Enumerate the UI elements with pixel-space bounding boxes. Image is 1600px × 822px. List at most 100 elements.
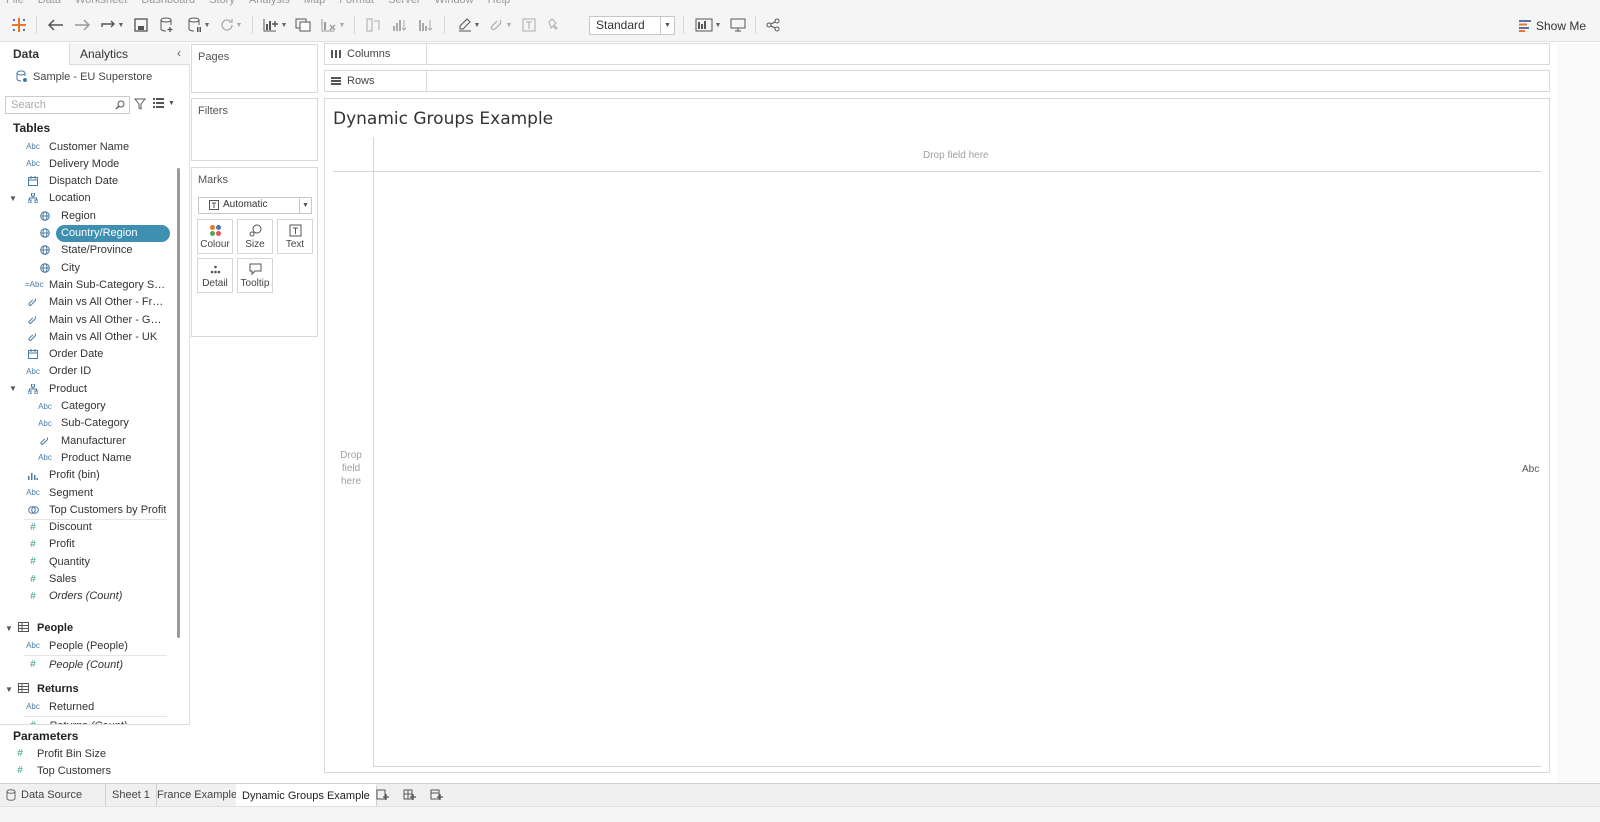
menu-item[interactable]: Dashboard	[141, 0, 195, 6]
table-group-header[interactable]: ▼ People	[0, 620, 175, 637]
text-button[interactable]: Text	[277, 219, 313, 254]
search-input[interactable]: Search	[5, 96, 130, 114]
sort-ascending-icon[interactable]	[390, 15, 408, 35]
expand-chevron-icon[interactable]: ▼	[9, 384, 17, 393]
fix-axes-icon[interactable]	[545, 15, 563, 35]
duplicate-sheet-icon[interactable]	[294, 15, 312, 35]
field-item[interactable]: Abc Category	[0, 398, 175, 415]
field-item[interactable]: Region	[0, 207, 175, 224]
field-item[interactable]: Main vs All Other - UK	[0, 328, 175, 345]
new-worksheet-icon[interactable]: ▼	[260, 15, 290, 35]
field-item[interactable]: Manufacturer	[0, 432, 175, 449]
tableau-logo-icon[interactable]	[10, 15, 28, 35]
field-item[interactable]: City	[0, 259, 175, 276]
pages-card[interactable]: Pages	[191, 44, 318, 93]
filters-card[interactable]: Filters	[191, 98, 318, 161]
highlight-icon[interactable]: ▼	[454, 15, 484, 35]
collapse-pane-icon[interactable]: ‹	[177, 46, 181, 60]
refresh-icon[interactable]: ▼	[216, 15, 246, 35]
field-item[interactable]: # Orders (Count)	[0, 588, 175, 605]
field-item-selected[interactable]: Country/Region	[0, 224, 175, 242]
field-item[interactable]: # Profit	[0, 536, 175, 553]
table-group-header[interactable]: ▼ Returns	[0, 681, 175, 698]
field-item[interactable]: Abc People (People)	[0, 637, 175, 656]
group-members-icon[interactable]: ▼	[486, 15, 516, 35]
field-item[interactable]: State/Province	[0, 242, 175, 259]
field-item[interactable]: Abc Order ID	[0, 363, 175, 380]
menu-item[interactable]: Format	[339, 0, 374, 6]
expand-chevron-icon[interactable]: ▼	[5, 685, 13, 694]
tab-data[interactable]: Data	[0, 43, 70, 65]
datasource-item[interactable]: Sample - EU Superstore	[16, 70, 152, 83]
new-worksheet-tab-icon[interactable]	[370, 784, 395, 806]
field-item[interactable]: Abc Product Name	[0, 449, 175, 466]
columns-shelf[interactable]: Columns	[324, 43, 1550, 65]
size-button[interactable]: Size	[237, 219, 273, 254]
sheet-title[interactable]: Dynamic Groups Example	[333, 109, 553, 129]
detail-button[interactable]: Detail	[197, 258, 233, 293]
parameter-item[interactable]: # Top Customers	[0, 762, 175, 779]
view-options-icon[interactable]: ▼	[153, 98, 175, 108]
show-me-button[interactable]: Show Me	[1519, 16, 1586, 35]
menu-item[interactable]: Server	[388, 0, 420, 6]
menu-item[interactable]: Data	[38, 0, 61, 6]
field-item[interactable]: # Quantity	[0, 553, 175, 570]
expand-chevron-icon[interactable]: ▼	[5, 624, 13, 633]
field-item[interactable]: Abc Delivery Mode	[0, 155, 175, 172]
menu-item[interactable]: Worksheet	[75, 0, 127, 6]
show-cards-icon[interactable]: ▼	[692, 15, 724, 35]
view-canvas[interactable]: Dynamic Groups Example Drop field here D…	[324, 98, 1550, 773]
field-item[interactable]: # Sales	[0, 571, 175, 588]
field-item[interactable]: =Abc Main Sub-Category Sel...	[0, 276, 175, 293]
field-item[interactable]: # Discount	[0, 519, 175, 536]
field-item[interactable]: Abc Segment	[0, 484, 175, 501]
presentation-mode-icon[interactable]	[728, 15, 748, 35]
expand-chevron-icon[interactable]: ▼	[9, 194, 17, 203]
rows-shelf[interactable]: Rows	[324, 70, 1550, 92]
menu-item[interactable]: Map	[304, 0, 325, 6]
drop-zone-columns[interactable]: Drop field here	[923, 150, 989, 161]
field-item[interactable]: Order Date	[0, 346, 175, 363]
field-item[interactable]: Location ▼	[0, 190, 175, 207]
field-item[interactable]: # People (Count)	[0, 656, 175, 673]
scrollbar[interactable]	[177, 168, 180, 638]
menu-item[interactable]: Help	[488, 0, 511, 6]
share-icon[interactable]	[763, 15, 783, 35]
replay-icon[interactable]: ▼	[98, 15, 126, 35]
mark-type-dropdown[interactable]: Automatic ▼	[198, 197, 312, 214]
field-item[interactable]: Abc Customer Name	[0, 138, 175, 155]
sort-descending-icon[interactable]	[416, 15, 434, 35]
tooltip-button[interactable]: Tooltip	[237, 258, 273, 293]
undo-icon[interactable]	[46, 15, 66, 35]
field-item[interactable]: Abc Sub-Category	[0, 415, 175, 432]
colour-button[interactable]: Colour	[197, 219, 233, 254]
field-item[interactable]: Top Customers by Profit	[0, 501, 175, 521]
menu-item[interactable]: Window	[435, 0, 474, 6]
field-item[interactable]: Profit (bin)	[0, 467, 175, 484]
sheet-tab[interactable]: France Example	[151, 784, 245, 806]
tab-analytics[interactable]: Analytics	[80, 47, 128, 61]
new-dashboard-tab-icon[interactable]	[397, 784, 422, 806]
fit-dropdown[interactable]: Standard ▼	[589, 16, 675, 35]
data-source-tab[interactable]: Data Source	[0, 784, 106, 806]
field-item[interactable]: Product ▼	[0, 380, 175, 397]
show-mark-labels-icon[interactable]	[520, 15, 538, 35]
menu-item[interactable]: File	[6, 0, 24, 6]
field-item[interactable]: Dispatch Date	[0, 173, 175, 190]
sheet-tab[interactable]: Sheet 1	[106, 784, 157, 806]
redo-icon[interactable]	[72, 15, 92, 35]
menu-item[interactable]: Analysis	[249, 0, 290, 6]
new-datasource-icon[interactable]	[158, 15, 176, 35]
field-item[interactable]: Main vs All Other - France	[0, 294, 175, 311]
menu-item[interactable]: Story	[209, 0, 235, 6]
field-item[interactable]: Main vs All Other - Ger...	[0, 311, 175, 328]
pause-updates-icon[interactable]: ▼	[184, 15, 214, 35]
save-icon[interactable]	[132, 15, 150, 35]
text-mark[interactable]: Abc	[1522, 464, 1539, 475]
drop-zone-rows[interactable]: Drop field here	[337, 449, 365, 488]
parameter-item[interactable]: # Profit Bin Size	[0, 745, 175, 762]
filter-icon[interactable]	[133, 98, 147, 113]
field-item[interactable]: Abc Returned	[0, 698, 175, 717]
clear-sheet-icon[interactable]: ▼	[318, 15, 348, 35]
swap-icon[interactable]	[364, 15, 382, 35]
